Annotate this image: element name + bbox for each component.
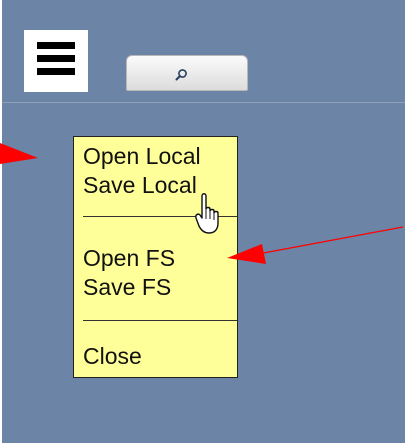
annotation-overlay [0,143,404,264]
right-arrow-icon [227,226,404,264]
left-arrow-icon [0,143,38,164]
hand-pointer-icon [195,193,219,234]
